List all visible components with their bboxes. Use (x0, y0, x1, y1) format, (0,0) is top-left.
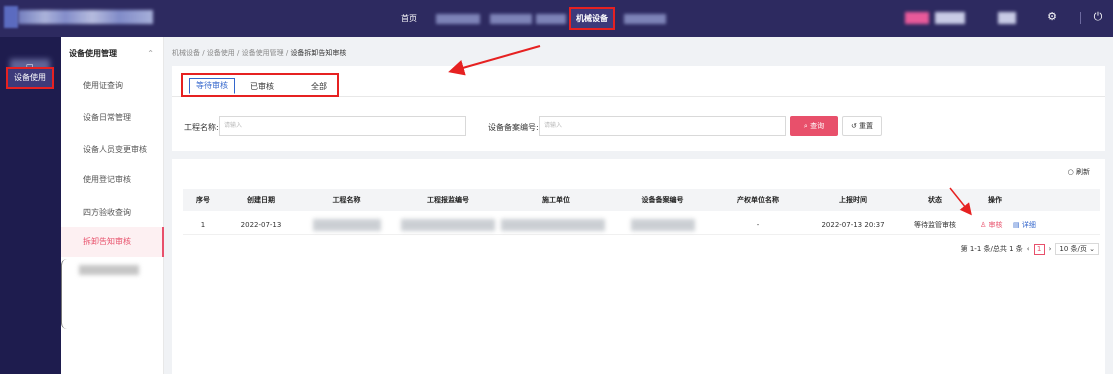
column-header: 操作 (988, 196, 1002, 204)
column-header: 设备备案编号 (641, 196, 684, 204)
cell-contractor-redacted (501, 219, 605, 231)
power-icon[interactable]: ⏻ (1090, 9, 1106, 25)
pagination: 第 1-1 条/总共 1 条 ‹ 1 › 10 条/页 ⌄ (961, 243, 1099, 255)
column-header: 状态 (928, 196, 942, 204)
project-label: 工程名称: (184, 123, 219, 132)
table-card: ○ 刷新 序号 创建日期 工程名称 工程报监编号 施工单位 设备备案编号 产权单… (172, 159, 1105, 374)
table-header: 序号 创建日期 工程名称 工程报监编号 施工单位 设备备案编号 产权单位名称 上… (183, 189, 1100, 211)
column-header: 工程报监编号 (427, 196, 469, 204)
page-number[interactable]: 1 (1033, 243, 1045, 255)
gear-icon[interactable]: ⚙ (1044, 9, 1060, 25)
cell-owner: - (756, 221, 760, 229)
rail-item-device-use[interactable]: 设备使用 (6, 67, 54, 89)
breadcrumb-path[interactable]: 机械设备 / 设备使用 / 设备使用管理 / (172, 49, 290, 57)
cell-reported: 2022-07-13 20:37 (821, 221, 885, 229)
submenu-item-active[interactable]: 拆卸告知审核 (61, 227, 164, 257)
project-input[interactable]: 请输入 (219, 116, 466, 136)
detail-label: 详细 (1021, 221, 1036, 229)
nav-item-redacted[interactable] (536, 14, 566, 24)
submenu-item[interactable]: 使用登记审核 (61, 165, 164, 195)
page-size-label: 10 条/页 (1059, 245, 1087, 253)
table-row: 1 2022-07-13 - 2022-07-13 20:37 等待监管审核 ♙… (183, 215, 1100, 235)
cell-index: 1 (200, 221, 206, 229)
submenu-item[interactable]: 设备日常管理 (61, 103, 164, 133)
search-icon: ⌕ (803, 122, 808, 130)
user-avatar[interactable] (905, 12, 929, 24)
query-button-label: 查询 (810, 122, 825, 130)
cell-project-redacted (313, 219, 381, 231)
tab-pending[interactable]: 等待审核 (189, 78, 235, 94)
divider (1080, 12, 1081, 24)
reset-button[interactable]: ↺ 重置 (842, 116, 882, 136)
column-header: 施工单位 (542, 196, 570, 204)
audit-link[interactable]: ♙ 审核 (980, 215, 1003, 235)
column-header: 序号 (196, 196, 210, 204)
submenu-header-label: 设备使用管理 (69, 49, 117, 58)
cell-record-no-redacted (631, 219, 695, 231)
cell-report-no-redacted (401, 219, 495, 231)
audit-label: 审核 (988, 221, 1003, 229)
top-bar: 首页 机械设备 ⚙ ⏻ (0, 0, 1113, 37)
logo-icon (4, 6, 18, 28)
submenu-item[interactable]: 设备人员变更审核 (61, 135, 164, 165)
user-icon: ♙ (980, 221, 987, 229)
chevron-up-icon: ⌃ (147, 49, 154, 58)
submenu-header[interactable]: 设备使用管理 ⌃ (61, 37, 164, 71)
submenu-item[interactable]: 使用证查询 (61, 71, 164, 101)
pager-summary: 第 1-1 条/总共 1 条 (960, 245, 1023, 253)
submenu: 设备使用管理 ⌃ 使用证查询 设备日常管理 设备人员变更审核 使用登记审核 四方… (61, 37, 164, 374)
app-logo (18, 10, 153, 24)
filter-card: 等待审核 已审核 全部 工程名称: 请输入 设备备案编号: 请输入 ⌕ 查询 ↺… (172, 66, 1105, 151)
cell-status: 等待监管审核 (914, 221, 956, 229)
collapse-handle[interactable] (61, 259, 67, 329)
breadcrumb: 机械设备 / 设备使用 / 设备使用管理 / 设备拆卸告知审核 (172, 48, 346, 58)
tabs-annotation-box: 等待审核 已审核 全部 (181, 73, 339, 97)
document-icon: ▤ (1013, 221, 1020, 229)
next-page-icon[interactable]: › (1049, 245, 1052, 253)
nav-item-redacted[interactable] (436, 14, 480, 24)
column-header: 工程名称 (332, 196, 361, 204)
user-role (998, 12, 1016, 24)
prev-page-icon[interactable]: ‹ (1027, 245, 1030, 253)
column-header: 上报时间 (839, 196, 867, 204)
column-header: 产权单位名称 (737, 196, 779, 204)
nav-machinery[interactable]: 机械设备 (569, 7, 615, 30)
record-input[interactable]: 请输入 (539, 116, 786, 136)
refresh-label: 刷新 (1076, 168, 1090, 176)
nav-home[interactable]: 首页 (394, 0, 424, 37)
record-label: 设备备案编号: (488, 123, 539, 132)
nav-item-redacted[interactable] (624, 14, 666, 24)
column-header: 创建日期 (247, 196, 275, 204)
nav-item-redacted[interactable] (490, 14, 532, 24)
query-button[interactable]: ⌕ 查询 (790, 116, 838, 136)
page-size-select[interactable]: 10 条/页 ⌄ (1055, 243, 1099, 255)
tab-all[interactable]: 全部 (311, 79, 327, 95)
reset-button-label: 重置 (859, 122, 874, 130)
refresh-button[interactable]: ○ 刷新 (1068, 167, 1090, 177)
chevron-down-icon: ⌄ (1089, 245, 1095, 253)
reset-icon: ↺ (850, 122, 857, 130)
user-name[interactable] (935, 12, 965, 24)
detail-link[interactable]: ▤ 详细 (1013, 215, 1036, 235)
submenu-item[interactable]: 四方验收查询 (61, 198, 164, 228)
tab-reviewed[interactable]: 已审核 (250, 79, 274, 95)
cell-created: 2022-07-13 (240, 221, 282, 229)
submenu-item-redacted[interactable] (79, 265, 139, 275)
refresh-icon: ○ (1067, 168, 1074, 176)
breadcrumb-current: 设备拆卸告知审核 (290, 49, 347, 57)
